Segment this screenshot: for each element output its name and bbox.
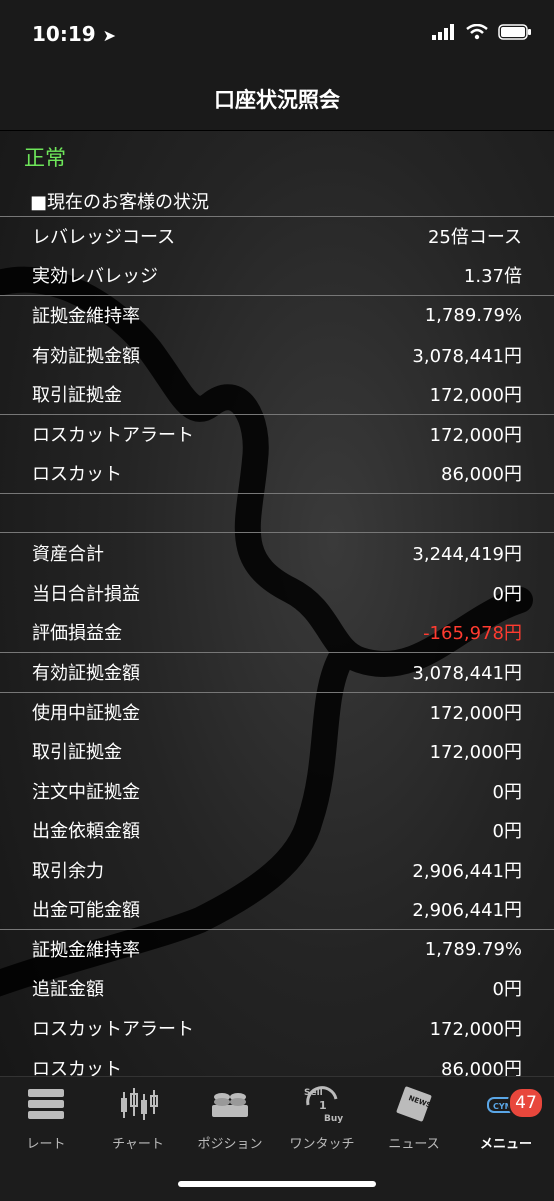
newspaper-icon: NEWS [392, 1085, 436, 1123]
home-indicator [178, 1181, 376, 1187]
coins-icon [208, 1085, 252, 1123]
list-item: 取引証拠金 172,000円 [32, 741, 522, 763]
list-item: 実効レバレッジ 1.37倍 [32, 266, 522, 288]
section-divider [0, 493, 554, 534]
signal-icon [432, 24, 454, 40]
list-item: 証拠金維持率 1,789.79% [0, 295, 554, 335]
list-item: 有効証拠金額 3,078,441円 [32, 345, 522, 367]
tab-chart[interactable]: チャート [92, 1085, 184, 1155]
tab-bar: レート チャート ポジション Sell 1 Buy ワンタッチ NEWS ニュー… [0, 1076, 554, 1201]
one-icon-text: 1 [319, 1099, 327, 1112]
candlestick-icon [116, 1085, 160, 1123]
notification-badge: 47 [508, 1087, 544, 1119]
list-item: 使用中証拠金 172,000円 [0, 691, 554, 732]
section-title: ■現在のお客様の状況 [30, 192, 210, 213]
list-item: 追証金額 0円 [32, 979, 522, 1001]
list-item: 取引証拠金 172,000円 [32, 385, 522, 407]
list-item: 有効証拠金額 3,078,441円 [0, 651, 554, 692]
battery-icon [498, 24, 531, 40]
list-item: 資産合計 3,244,419円 [32, 543, 522, 565]
account-info-list: レバレッジコース 25倍コース 実効レバレッジ 1.37倍 証拠金維持率 1,789.… [0, 216, 554, 1087]
sell-icon-text: Sell [304, 1088, 323, 1098]
list-item: ロスカットアラート 172,000円 [0, 413, 554, 454]
list-item: 当日合計損益 0円 [32, 583, 522, 605]
status-time: 10:19 ➤ [32, 22, 117, 46]
tab-menu[interactable]: CYMO メニュー 47 [460, 1085, 552, 1155]
buy-icon-text: Buy [324, 1114, 343, 1123]
tab-position[interactable]: ポジション [184, 1085, 276, 1155]
account-status-text: 正常 [24, 146, 66, 170]
wifi-icon [466, 24, 488, 40]
list-item: レバレッジコース 25倍コース [0, 216, 554, 256]
list-item: 評価損益金 -165,978円 [32, 623, 522, 645]
list-item: 証拠金維持率 1,789.79% [0, 929, 554, 969]
list-item: 注文中証拠金 0円 [32, 781, 522, 803]
list-item: ロスカット 86,000円 [32, 464, 522, 486]
sell-buy-icon: Sell 1 Buy [300, 1085, 344, 1123]
list-item: ロスカットアラート 172,000円 [32, 1019, 522, 1041]
list-item: 出金可能金額 2,906,441円 [32, 900, 522, 922]
server-icon [24, 1085, 68, 1123]
tab-one-touch[interactable]: Sell 1 Buy ワンタッチ [276, 1085, 368, 1155]
nav-bar: 口座状況照会 [0, 68, 554, 131]
status-icons [432, 24, 532, 40]
tab-news[interactable]: NEWS ニュース [368, 1085, 460, 1155]
page-title: 口座状況照会 [214, 88, 340, 112]
status-bar: 10:19 ➤ [0, 0, 554, 68]
tab-rate[interactable]: レート [0, 1085, 92, 1155]
list-item: 出金依頼金額 0円 [32, 821, 522, 843]
list-item: 取引余力 2,906,441円 [32, 860, 522, 882]
